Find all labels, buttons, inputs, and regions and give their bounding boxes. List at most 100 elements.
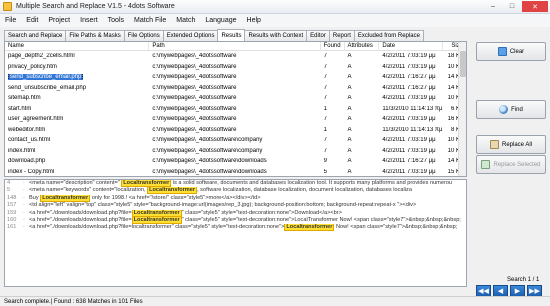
cell-path: c:\mywebpages\_4dotssoftware bbox=[152, 95, 237, 102]
line-number: 157 bbox=[7, 202, 17, 209]
context-line: 160 · <a href="./downloads/download.php?fi… bbox=[5, 216, 466, 224]
cell-date: 11/3/2010 11:14:13 πμ bbox=[382, 126, 443, 133]
cell-found: 1 bbox=[323, 126, 327, 133]
column-header-name[interactable]: Name bbox=[5, 42, 150, 50]
find-button[interactable]: Find bbox=[476, 100, 546, 119]
table-row[interactable]: webeditor.htm c:\mywebpages\_4dotssoftwar… bbox=[5, 125, 466, 136]
tab-report[interactable]: Report bbox=[328, 30, 355, 41]
maximize-button[interactable]: □ bbox=[503, 1, 521, 12]
cell-path: c:\mywebpages\_4dotssoftware bbox=[152, 116, 237, 123]
table-row[interactable]: download.php c:\mywebpages\_4dotssoftware… bbox=[5, 156, 466, 167]
cell-path: c:\mywebpages\_4dotssoftware bbox=[152, 84, 237, 91]
cell-attributes: A bbox=[347, 147, 352, 154]
cell-path: c:\mywebpages\_4dotssoftware bbox=[152, 63, 237, 70]
replace-all-icon bbox=[489, 140, 499, 149]
scrollbar-thumb[interactable] bbox=[460, 51, 466, 77]
table-row[interactable]: start.htm c:\mywebpages\_4dotssoftware 1 A 1… bbox=[5, 104, 466, 115]
tab-excluded-from-replace[interactable]: Excluded from Replace bbox=[353, 30, 424, 41]
cell-attributes: A bbox=[347, 53, 352, 60]
cell-name: contact_us.html bbox=[5, 137, 149, 143]
minimize-button[interactable]: – bbox=[484, 1, 502, 12]
cell-path: c:\mywebpages\_4dotssoftware\company bbox=[152, 147, 263, 154]
cell-found: 7 bbox=[323, 147, 327, 154]
tab-file-paths-masks[interactable]: File Paths & Masks bbox=[65, 30, 125, 41]
clear-button-label: Clear bbox=[509, 48, 525, 55]
replace-selected-icon bbox=[481, 160, 491, 169]
menu-file[interactable]: File bbox=[5, 17, 16, 24]
cell-attributes: A bbox=[347, 63, 352, 70]
table-body: page_depth2_2cells.html c:\mywebpages\_4d… bbox=[5, 51, 466, 177]
cell-found: 1 bbox=[323, 105, 327, 112]
tab-editor[interactable]: Editor bbox=[306, 30, 330, 41]
menu-project[interactable]: Project bbox=[48, 17, 70, 24]
line-text: <td align="left" valign="top" class="sty… bbox=[29, 202, 416, 209]
vertical-scrollbar[interactable] bbox=[458, 42, 466, 176]
cell-attributes: A bbox=[347, 137, 352, 144]
menu-language[interactable]: Language bbox=[205, 17, 236, 24]
cell-found: 7 bbox=[323, 84, 327, 91]
file-name-text: send_unsubscribe_email.php bbox=[8, 84, 87, 91]
table-row[interactable]: privacy_policy.htm c:\mywebpages\_4dotsso… bbox=[5, 62, 466, 73]
cell-found: 7 bbox=[323, 63, 327, 70]
menu-tools[interactable]: Tools bbox=[108, 17, 124, 24]
menu-edit[interactable]: Edit bbox=[26, 17, 38, 24]
column-header-path[interactable]: Path bbox=[149, 42, 321, 50]
file-name-text: sitemap.htm bbox=[8, 95, 41, 102]
file-name-text: page_depth2_2cells.html bbox=[8, 53, 75, 60]
cell-date: 4/2/2011 7:16:27 μμ bbox=[382, 84, 436, 91]
replace-selected-button[interactable]: Replace Selected bbox=[476, 155, 546, 174]
tab-search-and-replace[interactable]: Search and Replace bbox=[4, 30, 67, 41]
table-row[interactable]: send_subscribe_email.php c:\mywebpages\_4… bbox=[5, 72, 466, 83]
line-number: 4 bbox=[7, 180, 11, 186]
context-line: 4 · <meta name="description" content=" Loc… bbox=[5, 180, 466, 187]
match-highlight: Localtransformer bbox=[40, 194, 91, 202]
line-text-after: Now! <span class="style7">&nbsp;&nbsp;&n… bbox=[334, 224, 458, 231]
file-name-text: privacy_policy.htm bbox=[8, 63, 57, 70]
window-title: Multiple Search and Replace V1.5 - 4dots… bbox=[16, 3, 175, 10]
line-text: <a href="./downloads/download.php?file= L… bbox=[29, 216, 461, 224]
cell-attributes: A bbox=[347, 168, 352, 175]
cell-name: send_unsubscribe_email.php bbox=[5, 85, 149, 91]
table-row[interactable]: sitemap.htm c:\mywebpages\_4dotssoftware 7… bbox=[5, 93, 466, 104]
menu-match-file[interactable]: Match File bbox=[134, 17, 166, 24]
cell-date: 11/3/2010 11:14:13 πμ bbox=[382, 105, 443, 112]
menu-insert[interactable]: Insert bbox=[80, 17, 98, 24]
table-row[interactable]: index.html c:\mywebpages\_4dotssoftware\c… bbox=[5, 146, 466, 157]
line-text-before: <td align="left" valign="top" class="sty… bbox=[29, 202, 417, 209]
tab-extended-options[interactable]: Extended Options bbox=[162, 30, 219, 41]
column-header-found[interactable]: Found bbox=[321, 42, 345, 50]
line-text: <meta name="keywords" content="localizat… bbox=[29, 187, 412, 195]
cell-attributes: A bbox=[347, 116, 352, 123]
menu-match[interactable]: Match bbox=[176, 17, 195, 24]
match-highlight: Localtransformer bbox=[147, 187, 198, 195]
line-text-after: " class="style5" style="text-decoration:… bbox=[181, 209, 342, 216]
line-text: <meta name="description" content=" Local… bbox=[29, 180, 452, 187]
table-row[interactable]: user_agreement.htm c:\mywebpages\_4dotsso… bbox=[5, 114, 466, 125]
cell-attributes: A bbox=[347, 105, 352, 112]
clear-button[interactable]: Clear bbox=[476, 42, 546, 61]
table-row[interactable]: index - Copy.html c:\mywebpages\_4dotssof… bbox=[5, 167, 466, 177]
close-button[interactable]: ✕ bbox=[522, 1, 548, 12]
tab-file-options[interactable]: File Options bbox=[123, 30, 164, 41]
menu-help[interactable]: Help bbox=[247, 17, 261, 24]
cell-attributes: A bbox=[347, 158, 352, 165]
replace-all-button[interactable]: Replace All bbox=[476, 135, 546, 154]
line-text-before: <meta name="keywords" content="localizat… bbox=[29, 187, 148, 194]
cell-found: 7 bbox=[323, 116, 327, 123]
tab-results[interactable]: Results bbox=[217, 29, 246, 41]
cell-path: c:\mywebpages\_4dotssoftware bbox=[152, 53, 237, 60]
context-text-view[interactable]: 4 · <meta name="description" content=" Loc… bbox=[4, 179, 467, 287]
tab-results-with-context[interactable]: Results with Context bbox=[244, 30, 308, 41]
table-row[interactable]: send_unsubscribe_email.php c:\mywebpages\… bbox=[5, 83, 466, 94]
table-header: Name Path Found Attributes Date Size bbox=[5, 42, 466, 51]
column-header-date[interactable]: Date bbox=[379, 42, 444, 50]
line-text-before: <a href="./downloads/download.php?file=l… bbox=[29, 224, 285, 231]
cell-date: 4/2/2011 7:03:19 μμ bbox=[382, 116, 436, 123]
table-row[interactable]: contact_us.html c:\mywebpages\_4dotssoftw… bbox=[5, 135, 466, 146]
line-text: Buy Localtransformer only for 1998.! <a … bbox=[29, 194, 260, 202]
replace-all-label: Replace All bbox=[501, 141, 533, 148]
column-header-attributes[interactable]: Attributes bbox=[345, 42, 380, 50]
file-name-text: index - Copy.html bbox=[8, 168, 55, 175]
table-row[interactable]: page_depth2_2cells.html c:\mywebpages\_4d… bbox=[5, 51, 466, 62]
line-text-before: <a href="./downloads/download.php?file= bbox=[29, 209, 132, 216]
